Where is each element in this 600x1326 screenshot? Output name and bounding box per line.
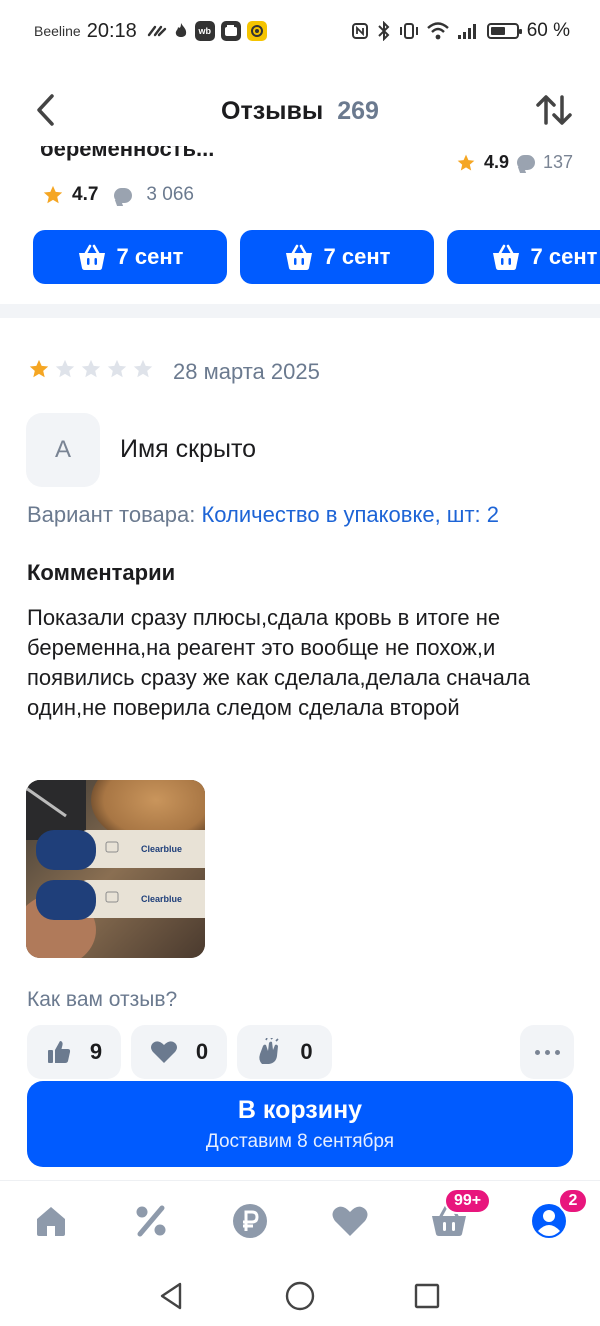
cart-badge: 99+ (444, 1188, 492, 1214)
star-empty-icon (81, 359, 101, 378)
status-bar: Beeline 20:18 wb 60 % (0, 0, 600, 62)
heart-icon (332, 1206, 368, 1236)
delivery-info: Доставим 8 сентября (205, 1130, 395, 1152)
ruble-icon (233, 1204, 267, 1238)
add-to-cart-button[interactable]: В корзину Доставим 8 сентября (27, 1081, 573, 1167)
page-header: Отзывы 269 (0, 78, 600, 144)
sort-button[interactable] (534, 90, 574, 130)
star-icon (457, 154, 475, 170)
back-triangle-icon (160, 1282, 182, 1310)
bottom-nav: 99+ 2 (0, 1180, 600, 1266)
wifi-icon (426, 22, 449, 40)
back-button[interactable] (26, 90, 66, 130)
status-left: Beeline 20:18 wb (34, 20, 267, 43)
system-navigation (0, 1266, 600, 1326)
carrier-name: Beeline (34, 23, 81, 39)
clap-reaction-button[interactable]: 0 (237, 1025, 332, 1079)
like-button[interactable]: 9 (27, 1025, 121, 1079)
photo-brand-text: Clearblue (141, 844, 182, 854)
basket-icon (78, 244, 105, 270)
add-to-cart-label: В корзину (237, 1095, 363, 1124)
comment-bubble-icon (517, 155, 536, 170)
star-icon (43, 185, 63, 204)
link-icon (147, 23, 167, 39)
system-recents-button[interactable] (409, 1278, 445, 1314)
product-variant: Вариант товара: Количество в упаковке, ш… (27, 502, 499, 528)
rating-count: 3 066 (146, 184, 194, 205)
delivery-date: 7 сент (116, 244, 184, 269)
yellow-app-icon (246, 21, 267, 41)
thumbs-up-icon (47, 1041, 70, 1063)
neighbor-rating-value: 4.9 (484, 152, 510, 172)
avatar-letter: А (54, 436, 71, 463)
clock: 20:18 (86, 19, 137, 42)
variant-carousel[interactable]: беременность... 4.9 137 4.7 3 066 7 сент… (0, 146, 600, 296)
chevron-left-icon (37, 94, 54, 126)
author-name: Имя скрыто (120, 435, 257, 463)
add-to-cart-chip[interactable]: 7 сент (33, 230, 227, 284)
wallet-icon (220, 21, 241, 41)
review-stars (28, 358, 154, 380)
nav-favorites[interactable] (330, 1201, 370, 1241)
neighbor-rating-count: 137 (543, 152, 574, 172)
review-photo[interactable]: Clearblue Clearblue (26, 780, 205, 958)
flame-icon (173, 22, 189, 40)
heart-count: 0 (195, 1039, 209, 1064)
heart-reaction-button[interactable]: 0 (131, 1025, 227, 1079)
battery-percent: 60 % (526, 20, 570, 41)
nav-discounts[interactable] (131, 1201, 171, 1241)
home-circle-icon (285, 1281, 315, 1311)
rating-value: 4.7 (72, 184, 99, 205)
delivery-date: 7 сент (530, 244, 598, 269)
sort-arrows-icon (536, 95, 572, 125)
comment-bubble-icon (114, 187, 133, 203)
basket-icon (492, 244, 519, 270)
comment-text: Показали сразу плюсы,сдала кровь в итоге… (27, 605, 530, 720)
add-to-cart-chip[interactable]: 7 сент (240, 230, 434, 284)
clap-count: 0 (300, 1039, 313, 1064)
avatar: А (26, 413, 100, 487)
product-rating: 4.7 3 066 (42, 184, 194, 206)
more-options-button[interactable] (520, 1025, 574, 1079)
review-date: 28 марта 2025 (173, 359, 320, 384)
review-count: 269 (337, 96, 379, 125)
system-back-button[interactable] (153, 1278, 189, 1314)
heart-icon (150, 1041, 177, 1063)
star-empty-icon (107, 359, 127, 378)
wb-app-icon: wb (194, 21, 215, 41)
nfc-icon (351, 22, 369, 40)
section-divider (0, 304, 600, 318)
product-title-cut: беременность... (40, 146, 215, 161)
more-dots-icon (534, 1049, 540, 1055)
nav-wallet[interactable] (230, 1201, 270, 1241)
page-title: Отзывы (221, 96, 324, 125)
status-right: 60 % (351, 20, 570, 42)
variant-value[interactable]: Количество в упаковке, шт: 2 (201, 502, 499, 527)
battery-icon (486, 23, 522, 39)
vibrate-icon (399, 22, 419, 40)
clap-icon (259, 1038, 279, 1064)
star-empty-icon (133, 359, 153, 378)
like-count: 9 (89, 1039, 103, 1064)
system-home-button[interactable] (282, 1278, 318, 1314)
comments-title: Комментарии (27, 560, 176, 585)
nav-home[interactable] (31, 1201, 71, 1241)
signal-icon (457, 22, 479, 40)
variant-label: Вариант товара: (27, 502, 196, 527)
star-empty-icon (55, 359, 75, 378)
neighbor-rating: 4.9 137 (456, 152, 573, 173)
delivery-date: 7 сент (323, 244, 391, 269)
home-icon (37, 1207, 65, 1236)
basket-icon (285, 244, 312, 270)
photo-brand-text: Clearblue (141, 894, 182, 904)
profile-badge: 2 (558, 1188, 588, 1214)
feedback-title: Как вам отзыв? (27, 988, 178, 1011)
add-to-cart-chip[interactable]: 7 сент (447, 230, 600, 284)
star-filled-icon (29, 359, 49, 378)
percent-icon (136, 1205, 166, 1237)
bluetooth-icon (377, 21, 391, 41)
recents-square-icon (414, 1283, 440, 1309)
